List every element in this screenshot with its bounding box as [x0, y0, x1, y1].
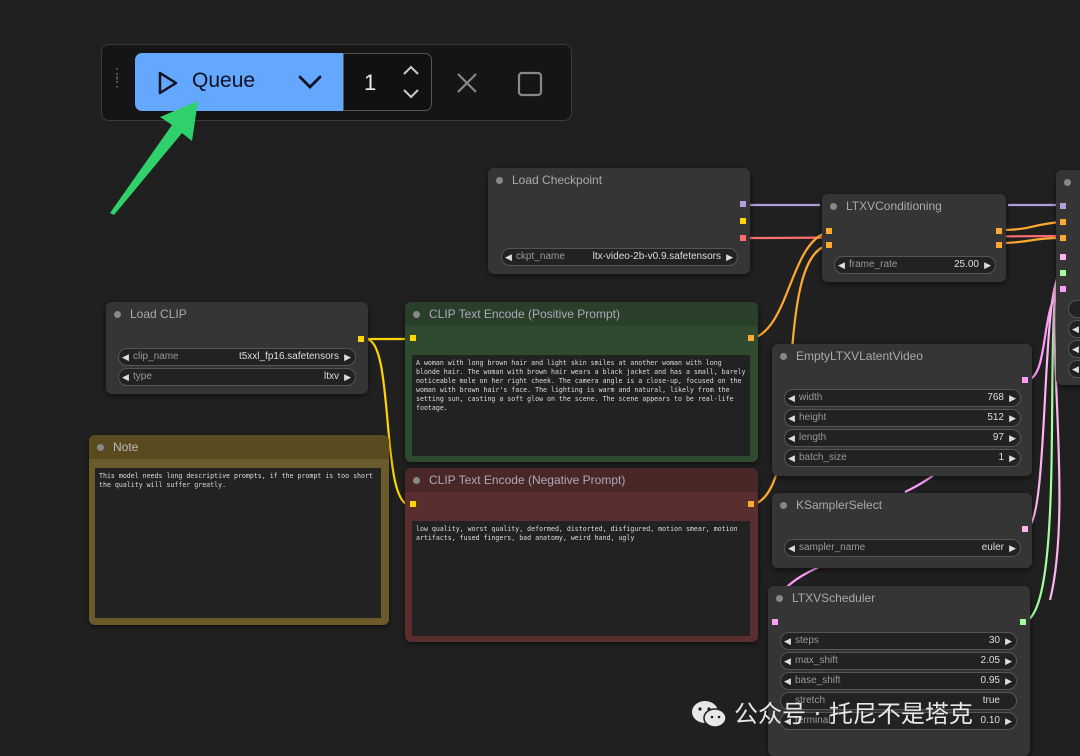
- negative-output-port[interactable]: [996, 242, 1002, 248]
- chevron-down-icon[interactable]: [297, 73, 323, 91]
- chevron-down-icon[interactable]: [402, 88, 420, 100]
- frame-rate-widget[interactable]: ◀ frame_rate 25.00 ▶: [834, 256, 996, 274]
- max-shift-widget[interactable]: ◀ max_shift 2.05 ▶: [780, 652, 1017, 670]
- chevron-up-icon[interactable]: [402, 64, 420, 76]
- clip-output-port[interactable]: [358, 336, 364, 342]
- positive-input-port[interactable]: [826, 228, 832, 234]
- positive-input-port[interactable]: [1060, 219, 1066, 225]
- model-output-port[interactable]: [740, 201, 746, 207]
- node-title: Load CLIP: [106, 302, 368, 326]
- batch-count-stepper[interactable]: 1: [343, 53, 432, 111]
- node-title: CLIP Text Encode (Negative Prompt): [405, 468, 758, 492]
- queue-label: Queue: [192, 69, 256, 92]
- vae-output-port[interactable]: [740, 235, 746, 241]
- node-title: LTXVConditioning: [822, 194, 1006, 218]
- node-title: LTXVScheduler: [768, 586, 1030, 610]
- positive-output-port[interactable]: [996, 228, 1002, 234]
- partial-widget[interactable]: ◀: [1068, 340, 1080, 358]
- sampler-output-port[interactable]: [1022, 526, 1028, 532]
- conditioning-output-port[interactable]: [748, 501, 754, 507]
- ckpt-name-widget[interactable]: ◀ ckpt_name ltx-video-2b-v0.9.safetensors…: [501, 248, 738, 266]
- sampler-input-port[interactable]: [1060, 254, 1066, 260]
- drag-handle-icon[interactable]: ⋮ ⋮: [110, 66, 124, 97]
- ksampler-select-node[interactable]: KSamplerSelect ◀ sampler_name euler ▶: [772, 493, 1032, 568]
- node-title: CLIP Text Encode (Positive Prompt): [405, 302, 758, 326]
- clip-name-widget[interactable]: ◀ clip_name t5xxl_fp16.safetensors ▶: [118, 348, 356, 366]
- base-shift-widget[interactable]: ◀ base_shift 0.95 ▶: [780, 672, 1017, 690]
- sampler-name-widget[interactable]: ◀ sampler_name euler ▶: [784, 539, 1021, 557]
- latent-output-port[interactable]: [1022, 377, 1028, 383]
- wire-cond-positive: [750, 230, 830, 341]
- wechat-icon: [692, 701, 727, 728]
- partial-widget[interactable]: ◀: [1068, 320, 1080, 338]
- latent-input-port[interactable]: [1060, 286, 1066, 292]
- width-widget[interactable]: ◀ width 768 ▶: [784, 389, 1021, 407]
- model-input-port[interactable]: [1060, 203, 1066, 209]
- steps-widget[interactable]: ◀ steps 30 ▶: [780, 632, 1017, 650]
- wire-cond-out-2: [999, 236, 1061, 245]
- node-title: Note: [89, 435, 389, 459]
- clip-negative-node[interactable]: CLIP Text Encode (Negative Prompt) low q…: [405, 468, 758, 642]
- empty-ltxv-latent-video-node[interactable]: EmptyLTXVLatentVideo ◀ width 768 ▶ ◀ height…: [772, 344, 1032, 476]
- conditioning-output-port[interactable]: [748, 335, 754, 341]
- latent-input-port[interactable]: [772, 619, 778, 625]
- load-checkpoint-node[interactable]: Load Checkpoint ◀ ckpt_name ltx-video-2b-…: [488, 168, 750, 274]
- stop-icon[interactable]: [516, 70, 544, 98]
- note-textarea[interactable]: This model needs long descriptive prompt…: [95, 468, 381, 618]
- close-icon[interactable]: [454, 70, 480, 96]
- wire-cond-out-1: [999, 220, 1061, 232]
- clip-output-port[interactable]: [740, 218, 746, 224]
- watermark: 公众号 · 托尼不是塔克: [690, 694, 973, 731]
- length-widget[interactable]: ◀ length 97 ▶: [784, 429, 1021, 447]
- play-icon: [158, 71, 178, 95]
- ltxv-conditioning-node[interactable]: LTXVConditioning ◀ frame_rate 25.00 ▶: [822, 194, 1006, 282]
- node-title: [1056, 170, 1080, 194]
- batch-count-value[interactable]: 1: [364, 70, 376, 96]
- sigmas-output-port[interactable]: [1020, 619, 1026, 625]
- node-title: KSamplerSelect: [772, 493, 1032, 517]
- note-node[interactable]: Note This model needs long descriptive p…: [89, 435, 389, 625]
- partial-widget[interactable]: ◀: [1068, 360, 1080, 378]
- negative-input-port[interactable]: [1060, 235, 1066, 241]
- sampler-node-partial[interactable]: ◀ ◀ ◀: [1056, 170, 1080, 385]
- clip-input-port[interactable]: [410, 335, 416, 341]
- load-clip-node[interactable]: Load CLIP ◀ clip_name t5xxl_fp16.safetens…: [106, 302, 368, 394]
- batch-size-widget[interactable]: ◀ batch_size 1 ▶: [784, 449, 1021, 467]
- type-widget[interactable]: ◀ type ltxv ▶: [118, 368, 356, 386]
- pointer-arrow-icon: [110, 101, 198, 215]
- node-title: EmptyLTXVLatentVideo: [772, 344, 1032, 368]
- negative-input-port[interactable]: [826, 242, 832, 248]
- height-widget[interactable]: ◀ height 512 ▶: [784, 409, 1021, 427]
- partial-widget[interactable]: [1068, 300, 1080, 318]
- negative-prompt-textarea[interactable]: low quality, worst quality, deformed, di…: [412, 521, 750, 636]
- clip-positive-node[interactable]: CLIP Text Encode (Positive Prompt) A wom…: [405, 302, 758, 462]
- node-title: Load Checkpoint: [488, 168, 750, 192]
- positive-prompt-textarea[interactable]: A woman with long brown hair and light s…: [412, 355, 750, 456]
- watermark-text: 公众号 · 托尼不是塔克: [734, 700, 973, 728]
- sigmas-input-port[interactable]: [1060, 270, 1066, 276]
- clip-input-port[interactable]: [410, 501, 416, 507]
